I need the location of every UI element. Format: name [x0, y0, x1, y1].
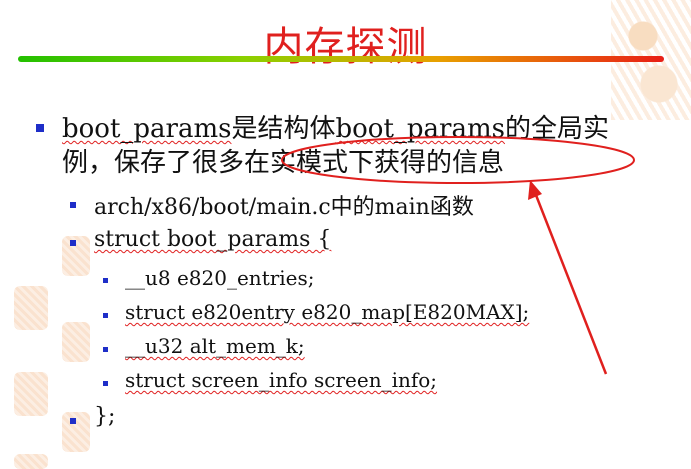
slide: 内存探测 boot_params是结构体boot_params的全局实 例，保存…: [0, 0, 691, 469]
highlight-ellipse: [281, 136, 635, 184]
annotation-arrow-head: [528, 180, 542, 200]
annotation-overlay: [281, 136, 635, 375]
annotation-arrow-line: [532, 189, 608, 375]
